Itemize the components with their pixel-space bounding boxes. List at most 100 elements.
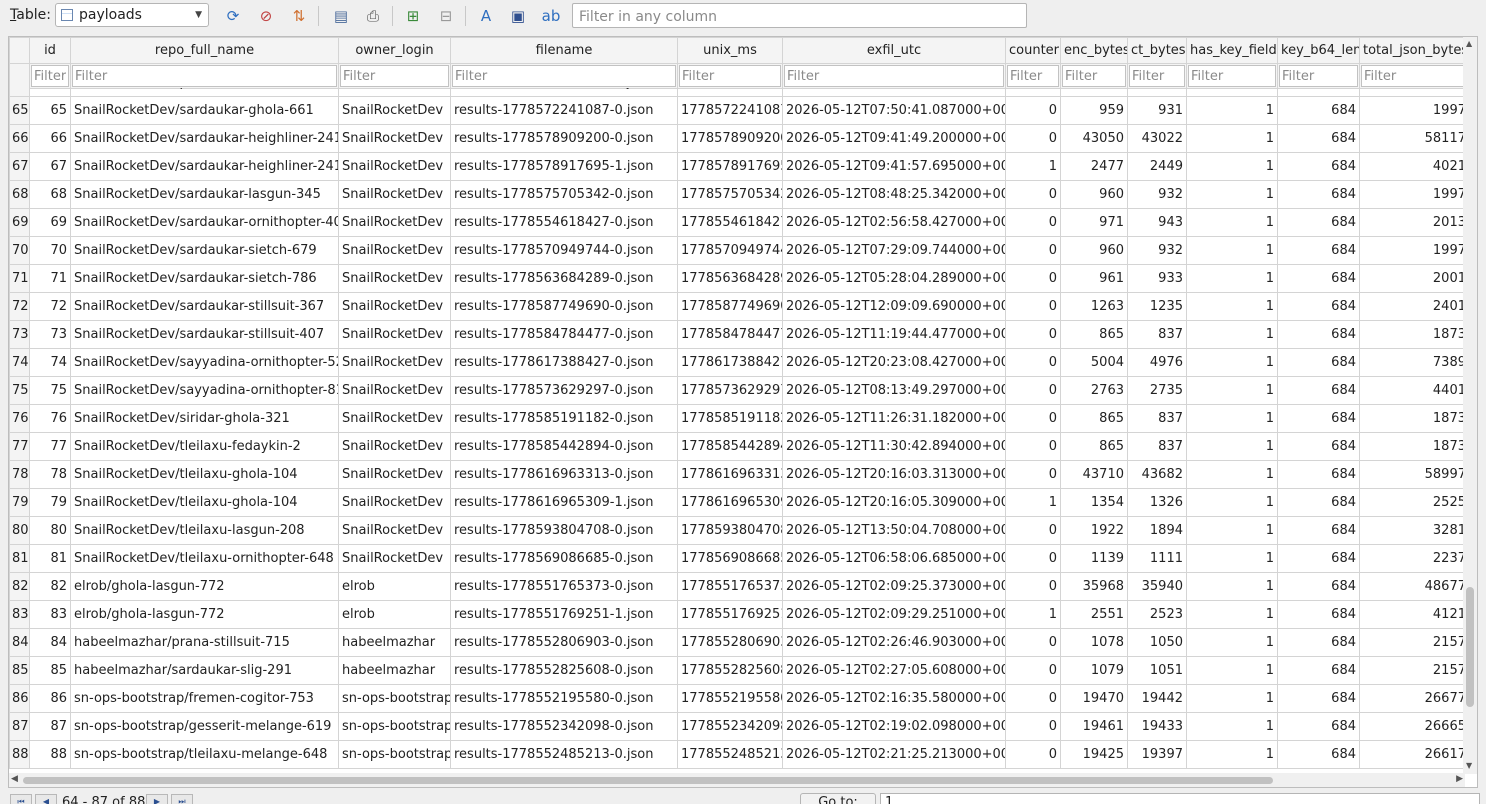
cell-exfil_utc[interactable]: 2026-05-12T08:13:49.297000+00:00 [782,376,1006,405]
table-row[interactable]: 77 77 SnailRocketDev/tleilaxu-fedaykin-2 Sn… [9,432,1465,461]
cell-total_json_bytes[interactable]: 58997 [1359,460,1465,489]
column-header-ct_bytes[interactable]: ct_bytes [1127,37,1187,64]
cell-id[interactable]: 83 [29,600,71,629]
cell-has_key_field[interactable]: 1 [1186,684,1278,713]
cell-unix_ms[interactable]: 1778585442894 [677,432,783,461]
cell-total_json_bytes[interactable]: 3281 [1359,516,1465,545]
table-row[interactable]: 67 67 SnailRocketDev/sardaukar-heighliner-… [9,152,1465,181]
cell-exfil_utc[interactable]: 2026-05-12T02:09:25.373000+00:00 [782,572,1006,601]
cell-repo_full_name[interactable]: SnailRocketDev/sardaukar-heighliner-241 [70,152,339,181]
cell-owner_login[interactable]: sn-ops-bootstrap [338,740,451,769]
table-row[interactable]: 82 82 elrob/ghola-lasgun-772 elrob results-1… [9,572,1465,601]
cell-exfil_utc[interactable]: 2026-05-12T07:15:14.891000+00:00 [782,88,1006,97]
cell-key_b64_len[interactable]: 684 [1277,320,1360,349]
scroll-up-icon[interactable]: ▲ [1466,39,1472,48]
cell-ct_bytes[interactable]: 1894 [1127,516,1187,545]
cell-key_b64_len[interactable]: 684 [1277,152,1360,181]
cell-filename[interactable]: results-1778584784477-0.json [450,320,678,349]
cell-ct_bytes[interactable]: 35940 [1127,572,1187,601]
table-row[interactable]: 69 69 SnailRocketDev/sardaukar-ornithopter… [9,208,1465,237]
cell-repo_full_name[interactable]: SnailRocketDev/sardaukar-heighliner-241 [70,124,339,153]
cell-counter[interactable]: 0 [1005,544,1061,573]
cell-repo_full_name[interactable]: habeelmazhar/prana-stillsuit-715 [70,628,339,657]
cell-exfil_utc[interactable]: 2026-05-12T09:41:57.695000+00:00 [782,152,1006,181]
cell-repo_full_name[interactable]: SnailRocketDev/sardaukar-ornithopter-408 [70,208,339,237]
cell-unix_ms[interactable]: 1778585191182 [677,404,783,433]
filter-input-total_json_bytes[interactable] [1361,65,1468,87]
column-header-filename[interactable]: filename [450,37,678,64]
table-row[interactable]: 88 88 sn-ops-bootstrap/tleilaxu-melange-64… [9,740,1465,769]
table-row[interactable]: 71 71 SnailRocketDev/sardaukar-sietch-786 S… [9,264,1465,293]
cell-id[interactable]: 73 [29,320,71,349]
cell-total_json_bytes[interactable]: 48677 [1359,572,1465,601]
cell-counter[interactable]: 0 [1005,180,1061,209]
cell-key_b64_len[interactable]: 684 [1277,572,1360,601]
cell-owner_login[interactable]: sn-ops-bootstrap [338,712,451,741]
cell-id[interactable]: 70 [29,236,71,265]
column-header-enc_bytes[interactable]: enc_bytes [1060,37,1128,64]
cell-total_json_bytes[interactable]: 4021 [1359,152,1465,181]
cell-key_b64_len[interactable]: 684 [1277,348,1360,377]
cell-id[interactable]: 82 [29,572,71,601]
cell-enc_bytes[interactable]: 959 [1060,96,1128,125]
cell-ct_bytes[interactable]: 932 [1127,180,1187,209]
table-row[interactable]: 79 79 SnailRocketDev/tleilaxu-ghola-104 Sna… [9,488,1465,517]
cell-unix_ms[interactable]: 1778578917695 [677,152,783,181]
clear-sorting-icon[interactable]: ⇅ [288,5,310,27]
cell-filename[interactable]: results-1778573629297-0.json [450,376,678,405]
vertical-scrollbar[interactable]: ▲ ▼ [1463,37,1477,774]
cell-counter[interactable]: 0 [1005,712,1061,741]
cell-unix_ms[interactable]: 1778616965309 [677,488,783,517]
cell-total_json_bytes[interactable]: 1997 [1359,236,1465,265]
cell-repo_full_name[interactable]: SnailRocketDev/sardaukar-ghola-661 [70,96,339,125]
filter-input-ct_bytes[interactable] [1129,65,1185,87]
table-row[interactable]: 83 83 elrob/ghola-lasgun-772 elrob results-1… [9,600,1465,629]
cell-ct_bytes[interactable]: 19397 [1127,740,1187,769]
cell-filename[interactable]: results-1778585442894-0.json [450,432,678,461]
column-header-unix_ms[interactable]: unix_ms [677,37,783,64]
cell-repo_full_name[interactable]: SnailRocketDev/tleilaxu-ghola-104 [70,488,339,517]
cell-owner_login[interactable]: SnailRocketDev [338,376,451,405]
cell-key_b64_len[interactable]: 684 [1277,600,1360,629]
cell-filename[interactable]: results-1778617388427-0.json [450,348,678,377]
cell-has_key_field[interactable]: 1 [1186,376,1278,405]
cell-has_key_field[interactable]: 1 [1186,432,1278,461]
cell-repo_full_name[interactable]: SnailRocketDev/sayyadina-ornithopter-811 [70,376,339,405]
cell-owner_login[interactable]: sn-ops-bootstrap [338,684,451,713]
cell-exfil_utc[interactable]: 2026-05-12T11:19:44.477000+00:00 [782,320,1006,349]
cell-enc_bytes[interactable]: 958 [1060,88,1128,97]
cell-unix_ms[interactable]: 1778569086685 [677,544,783,573]
table-row[interactable]: 75 75 SnailRocketDev/sayyadina-ornithopter… [9,376,1465,405]
cell-counter[interactable]: 1 [1005,152,1061,181]
cell-repo_full_name[interactable]: sn-ops-bootstrap/gesserit-melange-619 [70,712,339,741]
cell-has_key_field[interactable]: 1 [1186,96,1278,125]
cell-filename[interactable]: results-1778570949744-0.json [450,236,678,265]
cell-key_b64_len[interactable]: 684 [1277,656,1360,685]
cell-counter[interactable]: 0 [1005,516,1061,545]
cell-counter[interactable]: 0 [1005,656,1061,685]
find-replace-icon[interactable]: ab [540,5,562,27]
cell-repo_full_name[interactable]: SnailRocketDev/sardaukar-sietch-679 [70,236,339,265]
cell-owner_login[interactable]: SnailRocketDev [338,152,451,181]
cell-enc_bytes[interactable]: 1139 [1060,544,1128,573]
cell-counter[interactable]: 0 [1005,572,1061,601]
cell-enc_bytes[interactable]: 43050 [1060,124,1128,153]
previous-record-icon[interactable]: ◀ [35,794,57,804]
cell-key_b64_len[interactable]: 684 [1277,124,1360,153]
table-row[interactable]: 6464SnailRocketDev/prescient-sietch-383S… [9,88,1465,97]
cell-enc_bytes[interactable]: 19470 [1060,684,1128,713]
cell-total_json_bytes[interactable]: 4121 [1359,600,1465,629]
cell-enc_bytes[interactable]: 5004 [1060,348,1128,377]
cell-owner_login[interactable]: habeelmazhar [338,656,451,685]
cell-id[interactable]: 80 [29,516,71,545]
cell-has_key_field[interactable]: 1 [1186,124,1278,153]
cell-id[interactable]: 74 [29,348,71,377]
cell-filename[interactable]: results-1778552485213-0.json [450,740,678,769]
cell-filename[interactable]: results-1778551769251-1.json [450,600,678,629]
cell-ct_bytes[interactable]: 4976 [1127,348,1187,377]
filter-any-column[interactable] [572,3,1027,28]
cell-unix_ms[interactable]: 1778551765373 [677,572,783,601]
table-row[interactable]: 72 72 SnailRocketDev/sardaukar-stillsuit-3… [9,292,1465,321]
cell-unix_ms[interactable]: 1778552806903 [677,628,783,657]
cell-owner_login[interactable]: SnailRocketDev [338,488,451,517]
